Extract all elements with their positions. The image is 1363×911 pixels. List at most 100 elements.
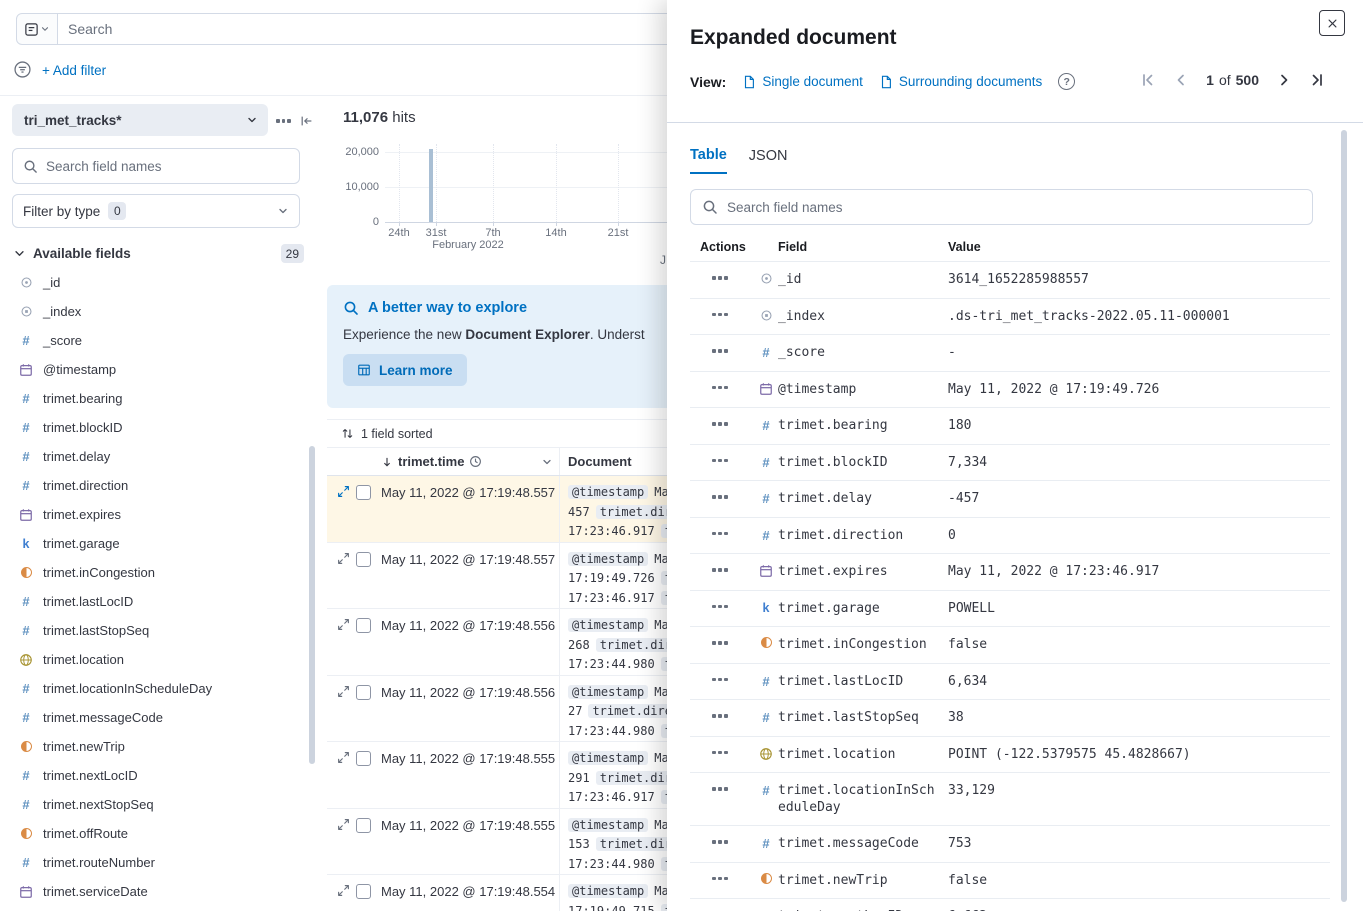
time-cell: May 11, 2022 @ 17:19:48.557 bbox=[375, 476, 560, 542]
field-value: 38 bbox=[942, 710, 1330, 727]
expand-document-button[interactable] bbox=[337, 618, 350, 631]
expand-document-button[interactable] bbox=[337, 884, 350, 897]
field-search-input[interactable] bbox=[46, 159, 289, 174]
first-page-button[interactable] bbox=[1140, 72, 1156, 88]
sidebar-field-item[interactable]: trimet.serviceDate bbox=[12, 877, 304, 906]
filter-by-type-button[interactable]: Filter by type 0 bbox=[12, 194, 300, 228]
learn-more-button[interactable]: Learn more bbox=[343, 354, 467, 386]
field-name: trimet.location bbox=[778, 747, 942, 764]
sidebar-field-item[interactable]: #trimet.lastLocID bbox=[12, 587, 304, 616]
row-checkbox[interactable] bbox=[356, 685, 371, 700]
row-controls bbox=[327, 543, 375, 609]
field-column-header: Field bbox=[748, 240, 942, 254]
x-axis-tick bbox=[436, 222, 437, 226]
number-field-icon: # bbox=[758, 418, 774, 433]
sidebar-field-item[interactable]: trimet.newTrip bbox=[12, 732, 304, 761]
flyout-field-search-wrap bbox=[690, 189, 1313, 225]
field-cell: ktrimet.garage bbox=[748, 601, 942, 618]
sidebar-field-item[interactable]: trimet.offRoute bbox=[12, 819, 304, 848]
row-actions-button[interactable] bbox=[690, 349, 748, 353]
row-actions-button[interactable] bbox=[690, 787, 748, 791]
sidebar-scrollbar[interactable] bbox=[309, 446, 315, 764]
sidebar-field-item[interactable]: trimet.expires bbox=[12, 500, 304, 529]
row-actions-button[interactable] bbox=[690, 678, 748, 682]
row-checkbox[interactable] bbox=[356, 884, 371, 899]
sidebar-field-item[interactable]: #trimet.direction bbox=[12, 471, 304, 500]
sidebar-field-item[interactable]: #trimet.nextStopSeq bbox=[12, 790, 304, 819]
add-filter-button[interactable]: + Add filter bbox=[42, 63, 106, 78]
collapse-sidebar-button[interactable] bbox=[300, 112, 314, 130]
expand-document-button[interactable] bbox=[337, 485, 350, 498]
flyout-field-search-input[interactable] bbox=[727, 200, 1301, 215]
last-page-button[interactable] bbox=[1309, 72, 1325, 88]
sidebar-field-item[interactable]: # trimet.nextLocID bbox=[12, 761, 304, 790]
sidebar-field-item[interactable]: #trimet.locationInScheduleDay bbox=[12, 674, 304, 703]
flyout-field-row: trimet.inCongestionfalse bbox=[690, 627, 1330, 664]
row-actions-button[interactable] bbox=[690, 641, 748, 645]
row-actions-button[interactable] bbox=[690, 840, 748, 844]
previous-page-button[interactable] bbox=[1173, 72, 1189, 88]
row-checkbox[interactable] bbox=[356, 618, 371, 633]
sidebar-field-item[interactable]: #trimet.blockID bbox=[12, 413, 304, 442]
sidebar-field-item[interactable]: #_score bbox=[12, 326, 304, 355]
tab-table[interactable]: Table bbox=[690, 147, 727, 174]
row-checkbox[interactable] bbox=[356, 818, 371, 833]
sidebar-field-item[interactable]: ktrimet.garage bbox=[12, 529, 304, 558]
row-actions-button[interactable] bbox=[690, 313, 748, 317]
sidebar-field-item[interactable]: _id bbox=[12, 268, 304, 297]
field-name-label: trimet.newTrip bbox=[43, 739, 125, 754]
flyout-field-row: trimet.expiresMay 11, 2022 @ 17:23:46.91… bbox=[690, 554, 1330, 591]
sidebar-field-item[interactable]: #trimet.delay bbox=[12, 442, 304, 471]
tab-json[interactable]: JSON bbox=[749, 147, 788, 174]
row-actions-button[interactable] bbox=[690, 422, 748, 426]
number-field-icon: # bbox=[758, 710, 774, 725]
filter-menu-icon[interactable] bbox=[14, 61, 31, 83]
flyout-field-table: Actions Field Value _id3614_165228598855… bbox=[690, 232, 1330, 911]
row-actions-button[interactable] bbox=[690, 386, 748, 390]
field-name-label: trimet.routeNumber bbox=[43, 855, 155, 870]
row-actions-button[interactable] bbox=[690, 495, 748, 499]
sidebar-options-button[interactable] bbox=[276, 112, 291, 130]
available-fields-header[interactable]: Available fields 29 bbox=[14, 244, 304, 263]
row-checkbox[interactable] bbox=[356, 552, 371, 567]
expand-document-button[interactable] bbox=[337, 685, 350, 698]
saved-query-menu-button[interactable] bbox=[16, 13, 58, 45]
surrounding-documents-link[interactable]: Surrounding documents bbox=[879, 74, 1042, 89]
field-name-label: _index bbox=[43, 304, 81, 319]
single-document-link[interactable]: Single document bbox=[742, 74, 863, 89]
row-actions-button[interactable] bbox=[690, 459, 748, 463]
sidebar-field-item[interactable]: #trimet.messageCode bbox=[12, 703, 304, 732]
row-actions-button[interactable] bbox=[690, 751, 748, 755]
sidebar-field-item[interactable]: trimet.inCongestion bbox=[12, 558, 304, 587]
sidebar-field-item[interactable]: @timestamp bbox=[12, 355, 304, 384]
row-checkbox[interactable] bbox=[356, 751, 371, 766]
sidebar-field-item[interactable]: #trimet.routeNumber bbox=[12, 848, 304, 877]
row-actions-button[interactable] bbox=[690, 877, 748, 881]
row-checkbox[interactable] bbox=[356, 485, 371, 500]
number-field-icon: # bbox=[18, 768, 34, 783]
number-field-icon: # bbox=[758, 836, 774, 851]
field-value: May 11, 2022 @ 17:19:49.726 bbox=[942, 382, 1330, 399]
row-actions-button[interactable] bbox=[690, 532, 748, 536]
flyout-scrollbar[interactable] bbox=[1341, 130, 1347, 902]
help-icon[interactable]: ? bbox=[1058, 73, 1075, 90]
sidebar-field-item[interactable]: #trimet.lastStopSeq bbox=[12, 616, 304, 645]
sidebar-field-item[interactable]: #trimet.bearing bbox=[12, 384, 304, 413]
expand-document-button[interactable] bbox=[337, 818, 350, 831]
expand-document-button[interactable] bbox=[337, 751, 350, 764]
row-actions-button[interactable] bbox=[690, 568, 748, 572]
sidebar-field-item[interactable]: _index bbox=[12, 297, 304, 326]
data-view-picker[interactable]: tri_met_tracks* bbox=[12, 104, 268, 136]
x-axis-month-label: February 2022 bbox=[432, 239, 504, 251]
row-actions-button[interactable] bbox=[690, 276, 748, 280]
expand-document-button[interactable] bbox=[337, 552, 350, 565]
field-name-label: trimet.nextLocID bbox=[43, 768, 138, 783]
row-actions-button[interactable] bbox=[690, 714, 748, 718]
search-icon bbox=[23, 159, 38, 174]
column-menu-chevron-icon[interactable] bbox=[541, 456, 553, 468]
sidebar-field-item[interactable]: trimet.location bbox=[12, 645, 304, 674]
close-flyout-button[interactable] bbox=[1319, 10, 1345, 36]
time-column-header[interactable]: trimet.time bbox=[375, 448, 560, 475]
next-page-button[interactable] bbox=[1276, 72, 1292, 88]
row-actions-button[interactable] bbox=[690, 605, 748, 609]
